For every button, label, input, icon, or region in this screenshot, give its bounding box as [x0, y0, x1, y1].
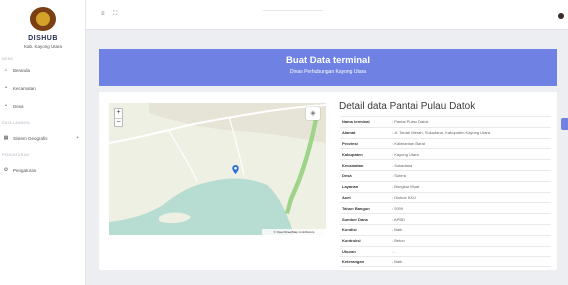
row-key: Tahun Bangun: [342, 205, 370, 211]
table-row: Alamat : Jl. Tanah Merah, Sukadana, Kabup…: [340, 126, 551, 138]
row-value: : APBD: [392, 216, 405, 222]
section-label-settings: PENGATURAN: [2, 153, 30, 157]
sidebar-item-label: Kecamatan: [13, 85, 36, 91]
row-key: Alamat: [342, 130, 356, 136]
row-value: : Pantai Pulau Datok: [392, 119, 429, 125]
row-value: : Baik: [392, 227, 403, 233]
page-banner: Buat Data terminal Dinas Perhubungan Kay…: [99, 49, 557, 86]
detail-title: Detail data Pantai Pulau Datok: [339, 101, 476, 112]
table-row: Tahun Bangun : 2009: [340, 202, 551, 213]
fullscreen-icon[interactable]: ⛶: [113, 11, 117, 18]
row-key: Nama terminal: [342, 119, 370, 125]
table-row: Desa : Sutera: [340, 169, 551, 181]
table-row: Provinsi : Kalimantan Barat: [340, 137, 551, 149]
layers-icon[interactable]: ◈: [306, 107, 320, 120]
sidebar-item-pengaturan[interactable]: ⚙ Pengaturan: [2, 165, 86, 175]
zoom-out-button[interactable]: −: [115, 118, 122, 127]
map-pin-icon: •: [5, 85, 7, 91]
sidebar-item-label: Beranda: [13, 67, 31, 73]
sidebar-item-label: Desa: [13, 103, 24, 109]
row-key: Aset: [342, 194, 351, 200]
home-icon: ⌂: [4, 67, 8, 73]
row-key: Keterangan: [342, 259, 365, 265]
sidebar-item-label: Sistem Geografis: [13, 135, 48, 141]
user-avatar[interactable]: [558, 13, 564, 19]
row-value: : Bongkar Muat: [392, 184, 420, 190]
brand-subtitle: Kab. Kayong Utara: [23, 44, 63, 49]
divider: [263, 10, 323, 11]
map-icon: ▦: [3, 135, 9, 141]
table-row: Sumber Dana : APBD: [340, 213, 551, 224]
table-row: Kabupaten : Kayong Utara: [340, 148, 551, 159]
sidebar-item-beranda[interactable]: ⌂ Beranda: [2, 65, 86, 75]
table-row: Kontruksi : Beton: [340, 234, 551, 246]
brand-name: DISHUB: [28, 35, 58, 42]
row-value: : Sukadana: [392, 162, 413, 168]
table-row: Layanan : Bongkar Muat: [340, 180, 551, 192]
row-key: Kabupaten: [342, 151, 363, 157]
map-attribution[interactable]: © OpenStreetMap contributors: [262, 229, 326, 235]
map-zoom-control: + −: [114, 108, 123, 127]
map-pin-icon: •: [5, 103, 7, 109]
table-row: Ukuran : -: [340, 245, 551, 257]
row-value: : Kalimantan Barat: [392, 140, 425, 146]
row-value: : Jl. Tanah Merah, Sukadana, Kabupaten K…: [392, 130, 490, 136]
sidebar-item-sistem-geografis[interactable]: ▦ Sistem Geografis +: [2, 133, 86, 143]
row-value: : -: [392, 248, 396, 254]
row-value: : Dishub KKU: [392, 194, 417, 200]
row-value: : 2009: [392, 205, 404, 211]
detail-table: Nama terminal : Pantai Pulau Datok Alamat:…: [340, 116, 551, 268]
map-marker-icon[interactable]: [232, 165, 239, 174]
row-value: : Sutera: [392, 173, 407, 179]
location-map[interactable]: [109, 103, 326, 235]
row-key: Desa: [342, 173, 352, 179]
settings-icon: ⚙: [3, 167, 9, 173]
expand-icon: +: [76, 135, 79, 141]
row-key: Layanan: [342, 184, 359, 190]
row-key: Sumber Dana: [342, 216, 368, 222]
zoom-in-button[interactable]: +: [115, 109, 122, 118]
table-row: Aset : Dishub KKU: [340, 191, 551, 203]
row-key: Kecamatan: [342, 162, 364, 168]
sidebar-item-desa[interactable]: • Desa: [2, 101, 86, 111]
row-key: Ukuran: [342, 248, 356, 254]
page-title: Buat Data terminal: [286, 55, 370, 66]
table-row: Nama terminal : Pantai Pulau Datok: [340, 116, 551, 127]
menu-toggle-icon[interactable]: ≡: [101, 11, 105, 17]
row-key: Kontruksi: [342, 238, 361, 244]
page-subtitle: Dinas Perhubungan Kayong Utara: [289, 69, 367, 75]
row-key: Provinsi: [342, 140, 358, 146]
row-value: : Beton: [392, 238, 405, 244]
section-label-menu: MENU: [2, 57, 14, 61]
sidebar-item-label: Pengaturan: [13, 167, 37, 173]
table-row: Kecamatan : Sukadana: [340, 159, 551, 170]
side-tab[interactable]: [561, 118, 568, 130]
section-label-data: DATA LAINNYA: [2, 121, 30, 125]
sidebar-item-kecamatan[interactable]: • Kecamatan: [2, 83, 86, 93]
table-row: Keterangan : Baik: [340, 256, 551, 268]
dishub-logo: [30, 7, 56, 31]
sidebar: DISHUB Kab. Kayong Utara MENU ⌂ Beranda …: [0, 0, 86, 285]
row-value: : Kayong Utara: [392, 151, 419, 157]
row-value: : Baik: [392, 259, 403, 265]
topbar: ≡ ⛶: [86, 0, 568, 30]
table-row: Kondisi : Baik: [340, 223, 551, 235]
row-key: Kondisi: [342, 227, 357, 233]
